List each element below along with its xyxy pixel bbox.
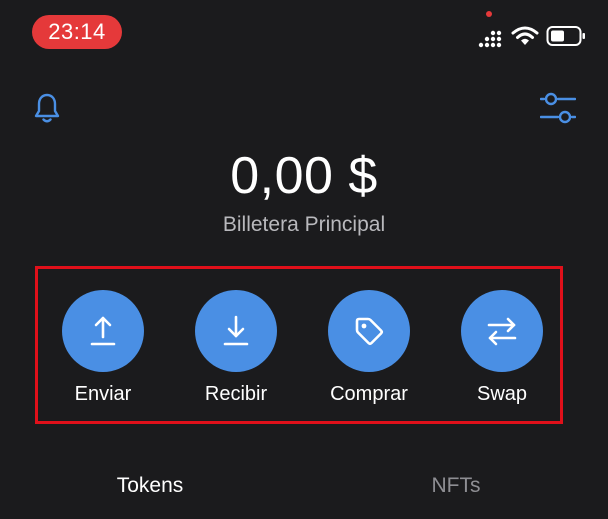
tab-nfts[interactable]: NFTs: [356, 472, 556, 500]
receive-button[interactable]: Recibir: [176, 290, 296, 410]
wallet-balance: 0,00 $: [230, 147, 378, 205]
tab-tokens[interactable]: Tokens: [50, 472, 250, 500]
send-circle[interactable]: [62, 290, 144, 372]
battery-icon: [546, 26, 585, 46]
arrow-down-icon: [223, 315, 249, 346]
tag-icon: [355, 317, 384, 346]
receive-label: Recibir: [204, 383, 268, 405]
arrow-up-icon: [90, 316, 116, 346]
swap-arrows-icon: [487, 317, 517, 346]
swap-button[interactable]: Swap: [442, 290, 562, 410]
send-label: Enviar: [74, 383, 132, 405]
buy-label: Comprar: [330, 383, 408, 405]
send-button[interactable]: Enviar: [43, 290, 163, 410]
sliders-icon[interactable]: [540, 90, 576, 126]
status-time: 23:14: [32, 15, 122, 49]
buy-circle[interactable]: [328, 290, 410, 372]
wifi-icon: [511, 26, 539, 45]
buy-button[interactable]: Comprar: [309, 290, 429, 410]
wallet-name[interactable]: Billetera Principal: [0, 211, 608, 239]
bell-icon[interactable]: [32, 92, 62, 124]
swap-circle[interactable]: [461, 290, 543, 372]
recording-dot: [486, 11, 492, 17]
signal-icon: [478, 30, 502, 48]
swap-label: Swap: [476, 383, 528, 405]
receive-circle[interactable]: [195, 290, 277, 372]
